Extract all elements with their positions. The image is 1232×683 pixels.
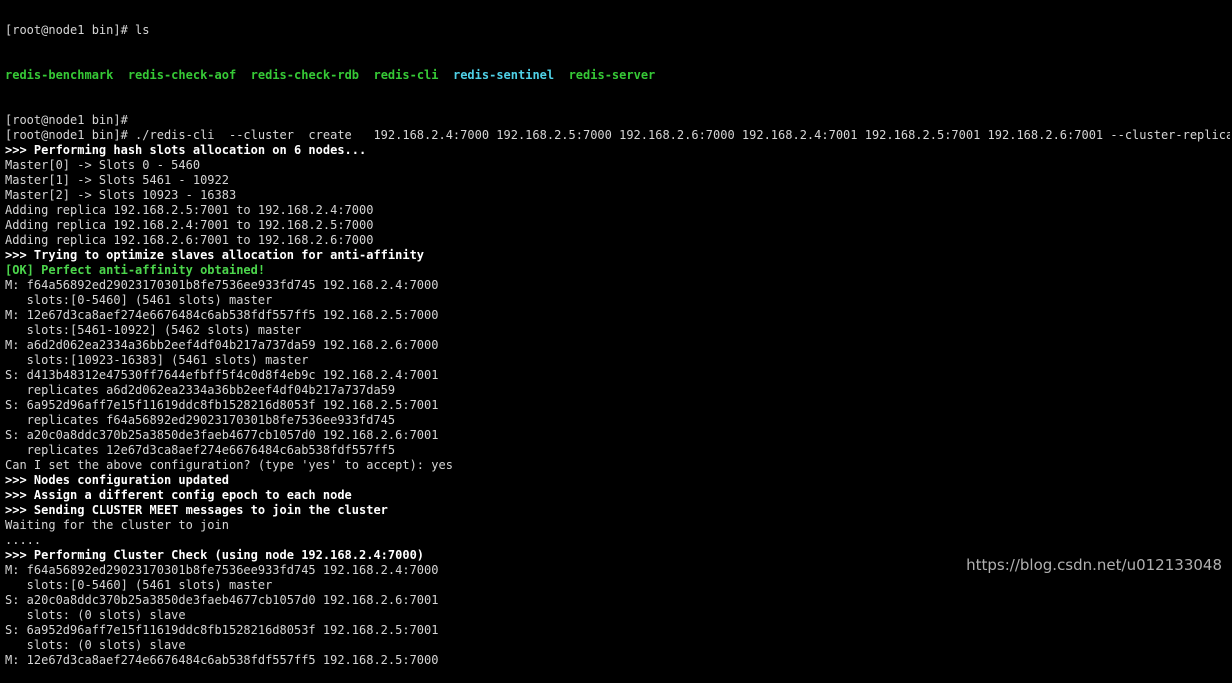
terminal-line: replicates 12e67d3ca8aef274e6676484c6ab5… bbox=[5, 443, 396, 457]
terminal-line: Adding replica 192.168.2.6:7001 to 192.1… bbox=[5, 233, 374, 247]
terminal-line: [OK] Perfect anti-affinity obtained! bbox=[5, 263, 266, 277]
terminal-line: ..... bbox=[5, 533, 42, 547]
ls-output-line: redis-benchmark redis-check-aof redis-ch… bbox=[5, 68, 1230, 83]
terminal-line: Master[2] -> Slots 10923 - 16383 bbox=[5, 188, 237, 202]
ls-entry-redis-sentinel: redis-sentinel bbox=[452, 68, 555, 82]
ls-entry-redis-cli: redis-cli bbox=[373, 68, 439, 82]
terminal-line: [root@node1 bin]# ./redis-cli --cluster … bbox=[5, 128, 1230, 142]
terminal-line: slots:[10923-16383] (5461 slots) master bbox=[5, 353, 309, 367]
ls-entry-redis-benchmark: redis-benchmark bbox=[5, 68, 114, 82]
terminal-line: M: 12e67d3ca8aef274e6676484c6ab538fdf557… bbox=[5, 308, 439, 322]
terminal-line: >>> Trying to optimize slaves allocation… bbox=[5, 248, 425, 262]
terminal-line: slots:[0-5460] (5461 slots) master bbox=[5, 293, 273, 307]
terminal-line: Master[0] -> Slots 0 - 5460 bbox=[5, 158, 201, 172]
terminal-lines: [root@node1 bin]# [root@node1 bin]# ./red… bbox=[5, 113, 1230, 668]
terminal-line: replicates a6d2d062ea2334a36bb2eef4df04b… bbox=[5, 383, 396, 397]
terminal-line: >>> Sending CLUSTER MEET messages to joi… bbox=[5, 503, 388, 517]
ls-entry-redis-server: redis-server bbox=[568, 68, 656, 82]
terminal-line: S: d413b48312e47530ff7644efbff5f4c0d8f4e… bbox=[5, 368, 439, 382]
terminal-line: S: 6a952d96aff7e15f11619ddc8fb1528216d80… bbox=[5, 623, 439, 637]
terminal-line: M: a6d2d062ea2334a36bb2eef4df04b217a737d… bbox=[5, 338, 439, 352]
terminal-line: S: 6a952d96aff7e15f11619ddc8fb1528216d80… bbox=[5, 398, 439, 412]
terminal-line: [root@node1 bin]# bbox=[5, 113, 128, 127]
terminal-line: Master[1] -> Slots 5461 - 10922 bbox=[5, 173, 229, 187]
terminal-line: slots:[5461-10922] (5462 slots) master bbox=[5, 323, 302, 337]
terminal-line: slots:[0-5460] (5461 slots) master bbox=[5, 578, 273, 592]
watermark: https://blog.csdn.net/u012133048 bbox=[966, 556, 1222, 574]
terminal-line: M: f64a56892ed29023170301b8fe7536ee933fd… bbox=[5, 278, 439, 292]
terminal-output[interactable]: [root@node1 bin]# ls redis-benchmark red… bbox=[5, 0, 1230, 683]
terminal-line: >>> Performing hash slots allocation on … bbox=[5, 143, 367, 157]
terminal-line: Can I set the above configuration? (type… bbox=[5, 458, 453, 472]
ls-entry-redis-check-rdb: redis-check-rdb bbox=[250, 68, 360, 82]
ls-entry-redis-check-aof: redis-check-aof bbox=[127, 68, 237, 82]
terminal-line: Adding replica 192.168.2.5:7001 to 192.1… bbox=[5, 203, 374, 217]
terminal-line: [root@node1 bin]# ls bbox=[5, 23, 150, 37]
terminal-line: >>> Assign a different config epoch to e… bbox=[5, 488, 352, 502]
terminal-line: >>> Nodes configuration updated bbox=[5, 473, 229, 487]
terminal-line: M: 12e67d3ca8aef274e6676484c6ab538fdf557… bbox=[5, 653, 439, 667]
terminal-line: slots: (0 slots) slave bbox=[5, 638, 186, 652]
terminal-line: slots: (0 slots) slave bbox=[5, 608, 186, 622]
terminal-line: Adding replica 192.168.2.4:7001 to 192.1… bbox=[5, 218, 374, 232]
terminal-line: replicates f64a56892ed29023170301b8fe753… bbox=[5, 413, 396, 427]
terminal-line: S: a20c0a8ddc370b25a3850de3faeb4677cb105… bbox=[5, 593, 439, 607]
terminal-line: Waiting for the cluster to join bbox=[5, 518, 229, 532]
terminal-line: S: a20c0a8ddc370b25a3850de3faeb4677cb105… bbox=[5, 428, 439, 442]
